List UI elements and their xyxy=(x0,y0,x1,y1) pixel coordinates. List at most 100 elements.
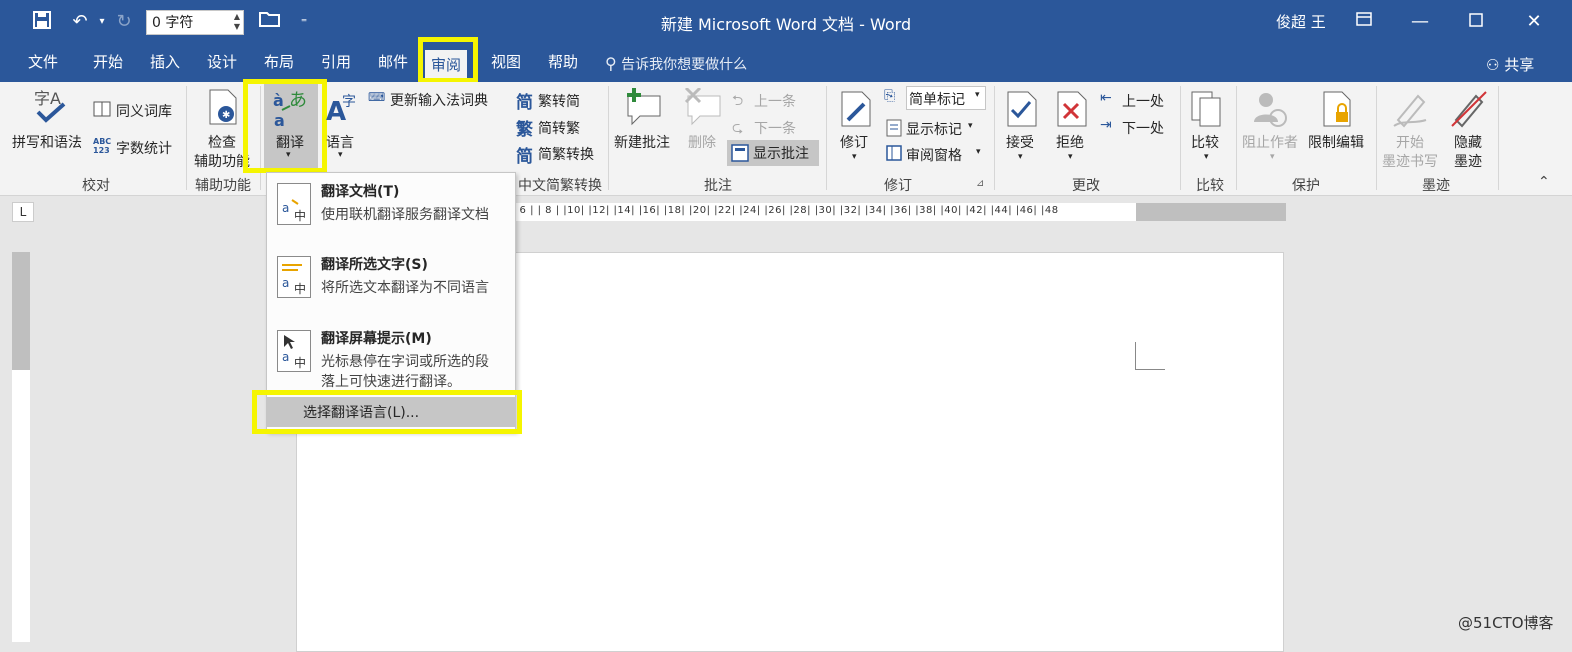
collapse-ribbon-icon[interactable]: ⌃ xyxy=(1538,174,1550,190)
minimize-icon[interactable]: — xyxy=(1408,10,1432,34)
reject-button[interactable]: 拒绝 xyxy=(1056,132,1084,152)
character-count-box[interactable]: 0 字符 ▲ ▼ xyxy=(146,10,244,35)
dialog-launcher-icon[interactable]: ⊿ xyxy=(976,178,984,189)
chevron-down-icon[interactable]: ▾ xyxy=(338,150,343,160)
group-changes-label: 更改 xyxy=(1072,178,1100,194)
spelling-grammar-button[interactable]: 拼写和语法 xyxy=(12,132,82,152)
svg-text:字A: 字A xyxy=(34,89,61,108)
translate-button[interactable]: àあa 翻译 ▾ xyxy=(264,82,318,170)
open-folder-icon[interactable] xyxy=(258,10,282,34)
tab-view[interactable]: 视图 xyxy=(485,52,527,78)
translate-selection-item[interactable]: a中 翻译所选文字(S) 将所选文本翻译为不同语言 xyxy=(267,254,517,320)
next-change-icon: ⇥ xyxy=(1100,117,1112,133)
watermark: @51CTO博客 xyxy=(1458,614,1554,632)
tell-me-search[interactable]: ⚲ 告诉我你想要做什么 xyxy=(605,54,747,74)
check-accessibility-line2[interactable]: 辅助功能 xyxy=(194,151,250,171)
thesaurus-icon xyxy=(93,101,111,121)
undo-dropdown-icon[interactable]: ▾ xyxy=(90,10,114,34)
simp-to-trad-icon: 繁 xyxy=(516,120,533,140)
ribbon-display-options-icon[interactable] xyxy=(1352,10,1376,34)
translate-document-item[interactable]: a中 翻译文档(T) 使用联机翻译服务翻译文档 xyxy=(267,181,517,247)
vertical-ruler[interactable] xyxy=(12,252,30,642)
save-icon[interactable] xyxy=(30,10,54,34)
next-comment-button: 下一条 xyxy=(754,121,796,137)
translate-document-desc: 使用联机翻译服务翻译文档 xyxy=(321,207,489,223)
restrict-editing-button[interactable]: 限制编辑 xyxy=(1308,132,1364,152)
tab-selector[interactable]: L xyxy=(12,202,34,222)
tab-help[interactable]: 帮助 xyxy=(542,52,584,78)
undo-icon[interactable]: ↶ xyxy=(68,10,92,34)
accept-icon xyxy=(1006,90,1038,132)
chinese-conversion-button[interactable]: 简繁转换 xyxy=(538,144,594,164)
svg-text:中: 中 xyxy=(294,355,306,370)
person-icon: ⚇ xyxy=(1486,56,1500,74)
next-change-button[interactable]: 下一处 xyxy=(1122,118,1164,138)
mini-translator-item[interactable]: a中 翻译屏幕提示(M) 光标悬停在字词或所选的段落上可快速进行翻译。 xyxy=(267,328,517,394)
group-protect-label: 保护 xyxy=(1292,178,1320,194)
tab-insert[interactable]: 插入 xyxy=(144,52,186,78)
separator xyxy=(608,86,609,190)
show-markup-icon xyxy=(886,119,902,141)
ribbon: 字A 拼写和语法 同义词库 ABC 123 字数统计 校对 ✱ 检查 辅助功能 辅… xyxy=(0,79,1572,196)
chevron-down-icon[interactable]: ▾ xyxy=(852,152,857,162)
previous-change-button[interactable]: 上一处 xyxy=(1122,91,1164,111)
thesaurus-button[interactable]: 同义词库 xyxy=(116,101,172,121)
choose-translation-language-item[interactable]: 选择翻译语言(L)... xyxy=(267,397,515,427)
close-icon[interactable]: ✕ xyxy=(1522,10,1546,34)
show-comments-label: 显示批注 xyxy=(753,146,809,162)
translate-dropdown-menu: a中 翻译文档(T) 使用联机翻译服务翻译文档 a中 翻译所选文字(S) 将所选… xyxy=(266,172,516,432)
trad-to-simp-icon: 简 xyxy=(516,93,533,113)
tab-design[interactable]: 设计 xyxy=(201,52,243,78)
tab-mailings[interactable]: 邮件 xyxy=(372,52,414,78)
group-comments-label: 批注 xyxy=(704,178,732,194)
tab-file[interactable]: 文件 xyxy=(22,52,64,78)
accept-button[interactable]: 接受 xyxy=(1006,132,1034,152)
tab-references[interactable]: 引用 xyxy=(315,52,357,78)
mini-translator-desc: 光标悬停在字词或所选的段落上可快速进行翻译。 xyxy=(321,354,489,390)
chevron-down-icon[interactable]: ▾ xyxy=(1018,152,1023,162)
translate-label: 翻译 xyxy=(276,135,304,151)
svg-text:✱: ✱ xyxy=(222,110,230,121)
translate-selection-desc: 将所选文本翻译为不同语言 xyxy=(321,280,489,296)
chevron-down-icon[interactable]: ▾ xyxy=(976,147,981,157)
next-comment-icon: ⮎ xyxy=(732,120,744,136)
tab-home[interactable]: 开始 xyxy=(87,52,129,78)
simple-markup-dropdown[interactable]: 简单标记 ▾ xyxy=(906,86,986,110)
spinner-icon[interactable]: ▲ ▼ xyxy=(234,12,240,32)
tab-review[interactable]: 审阅 xyxy=(425,50,468,82)
restrict-editing-icon xyxy=(1322,90,1354,132)
hide-ink-line2[interactable]: 墨迹 xyxy=(1454,151,1482,171)
language-button[interactable]: 语言 xyxy=(326,132,354,152)
simp-to-trad-button[interactable]: 简转繁 xyxy=(538,118,580,138)
separator xyxy=(1236,86,1237,190)
chevron-down-icon: ▾ xyxy=(286,150,291,160)
check-accessibility-line1[interactable]: 检查 xyxy=(208,132,236,152)
compare-button[interactable]: 比较 xyxy=(1191,132,1219,152)
chevron-down-icon[interactable]: ▾ xyxy=(1068,152,1073,162)
tab-layout[interactable]: 布局 xyxy=(258,52,300,78)
update-ime-dictionary-button[interactable]: 更新输入法词典 xyxy=(390,90,488,110)
redo-icon: ↻ xyxy=(116,11,132,32)
track-changes-button[interactable]: 修订 xyxy=(840,132,868,152)
start-inking-line1: 开始 xyxy=(1396,135,1424,151)
show-comments-button[interactable]: 显示批注 xyxy=(727,140,819,166)
new-comment-button[interactable]: 新建批注 xyxy=(614,132,670,152)
word-count-button[interactable]: 字数统计 xyxy=(116,138,172,158)
hide-ink-line1[interactable]: 隐藏 xyxy=(1454,132,1482,152)
show-markup-button[interactable]: 显示标记 xyxy=(906,119,962,139)
trad-to-simp-button[interactable]: 繁转简 xyxy=(538,91,580,111)
chevron-down-icon[interactable]: ▾ xyxy=(1204,152,1209,162)
vertical-scrollbar[interactable] xyxy=(1560,196,1572,642)
svg-text:あ: あ xyxy=(289,90,307,111)
new-comment-icon xyxy=(624,88,664,130)
user-name[interactable]: 俊超 王 xyxy=(1276,11,1326,32)
chevron-down-icon[interactable]: ▾ xyxy=(968,121,973,131)
share-button[interactable]: ⚇ 共享 xyxy=(1486,54,1534,75)
svg-text:a: a xyxy=(282,201,289,215)
mini-translator-title: 翻译屏幕提示(M) xyxy=(321,331,432,347)
translate-document-icon: a中 xyxy=(277,183,311,225)
simple-markup-value: 简单标记 xyxy=(909,92,965,108)
maximize-icon[interactable] xyxy=(1464,10,1488,34)
customize-toolbar-icon[interactable]: ⁼ xyxy=(292,10,316,34)
reviewing-pane-button[interactable]: 审阅窗格 xyxy=(906,145,962,165)
